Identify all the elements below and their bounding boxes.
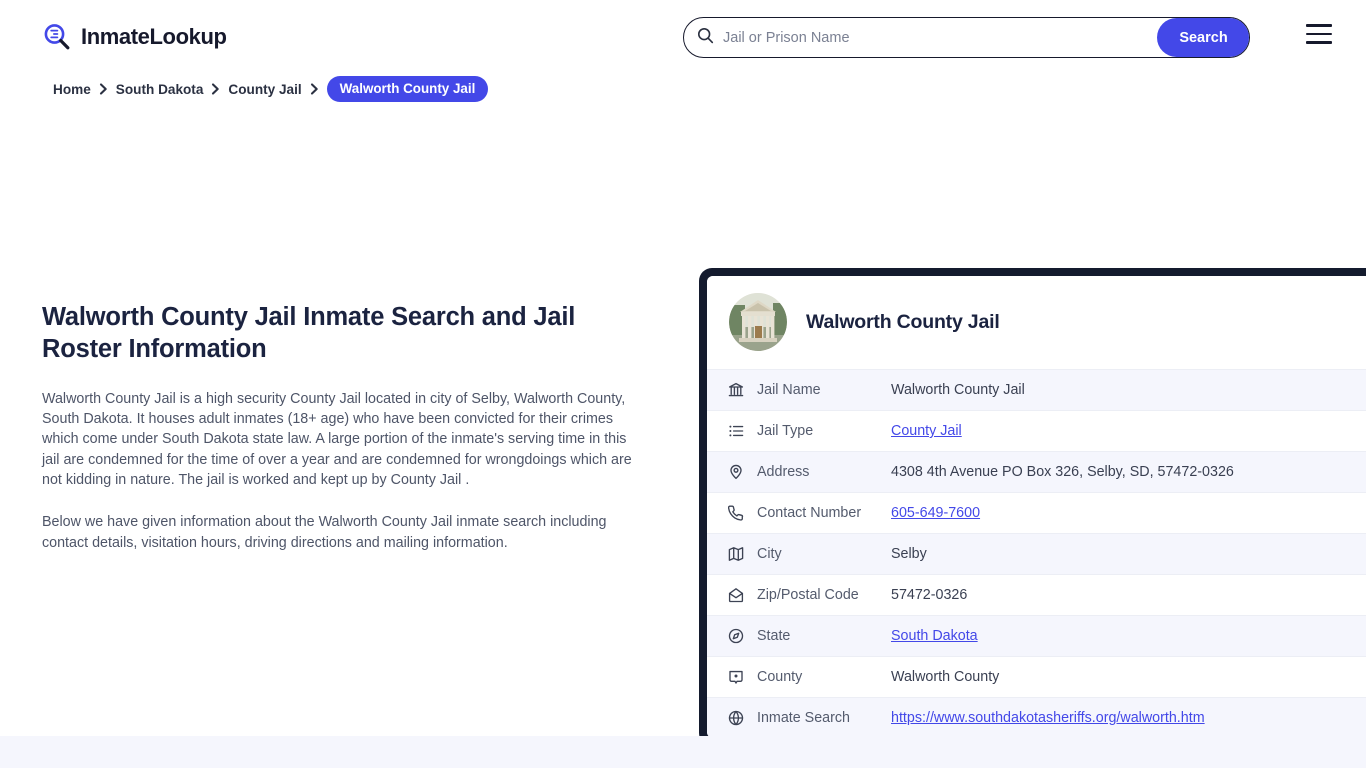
bank-icon: [725, 382, 747, 398]
footer-band: [0, 736, 1366, 768]
main-content: Walworth County Jail Inmate Search and J…: [0, 102, 1366, 764]
info-row-inmate-search: Inmate Searchhttps://www.southdakotasher…: [707, 697, 1366, 738]
menu-bar-3: [1306, 41, 1332, 44]
county-icon: [725, 669, 747, 685]
site-header: InmateLookup Search: [0, 0, 1366, 74]
search-icon: [697, 27, 714, 49]
info-row-address: Address4308 4th Avenue PO Box 326, Selby…: [707, 451, 1366, 492]
info-row-label: Contact Number: [757, 505, 891, 521]
secondary-paragraph: Below we have given information about th…: [42, 512, 642, 553]
info-row-state: StateSouth Dakota: [707, 615, 1366, 656]
info-row-jail-name: Jail NameWalworth County Jail: [707, 369, 1366, 410]
info-row-label: State: [757, 628, 891, 644]
site-logo[interactable]: InmateLookup: [42, 22, 227, 52]
envelope-icon: [725, 587, 747, 603]
jail-info-card-header: Walworth County Jail: [707, 276, 1366, 369]
info-row-label: Jail Name: [757, 382, 891, 398]
chevron-right-icon: [211, 83, 220, 95]
info-row-link[interactable]: South Dakota: [891, 628, 978, 644]
intro-paragraph: Walworth County Jail is a high security …: [42, 389, 642, 490]
info-row-link[interactable]: County Jail: [891, 423, 962, 439]
globe-icon: [725, 710, 747, 726]
breadcrumb-item-walworth-county-jail: Walworth County Jail: [327, 76, 489, 102]
jail-card-title: Walworth County Jail: [806, 311, 1000, 334]
hamburger-menu-icon[interactable]: [1306, 24, 1332, 44]
courthouse-building-photo: [729, 293, 787, 351]
breadcrumb-item-home[interactable]: Home: [53, 82, 91, 97]
breadcrumb: Home South Dakota County Jail Walworth Coun…: [53, 76, 1366, 102]
info-row-value: Selby: [891, 546, 927, 562]
search-input[interactable]: [723, 18, 1157, 57]
jail-info-card-inner: Walworth County Jail Jail NameWalworth C…: [707, 276, 1366, 738]
info-row-label: County: [757, 669, 891, 685]
info-row-link[interactable]: 605-649-7600: [891, 505, 980, 521]
logo-text: InmateLookup: [81, 24, 227, 50]
info-row-value: 57472-0326: [891, 587, 967, 603]
chevron-right-icon: [99, 83, 108, 95]
magnifier-logo-icon: [42, 22, 72, 52]
chevron-right-icon: [310, 83, 319, 95]
compass-icon: [725, 628, 747, 644]
search-button[interactable]: Search: [1157, 18, 1250, 57]
info-row-label: City: [757, 546, 891, 562]
search-bar[interactable]: Search: [683, 17, 1250, 58]
map-icon: [725, 546, 747, 562]
info-row-label: Inmate Search: [757, 710, 891, 726]
info-row-jail-type: Jail TypeCounty Jail: [707, 410, 1366, 451]
info-row-label: Jail Type: [757, 423, 891, 439]
info-row-value: Walworth County Jail: [891, 382, 1025, 398]
info-row-value: Walworth County: [891, 669, 999, 685]
map-pin-icon: [725, 464, 747, 480]
jail-info-table: Jail NameWalworth County JailJail TypeCo…: [707, 369, 1366, 738]
info-row-city: CitySelby: [707, 533, 1366, 574]
menu-bar-2: [1306, 33, 1332, 36]
article-column: Walworth County Jail Inmate Search and J…: [42, 302, 642, 575]
info-row-value: 4308 4th Avenue PO Box 326, Selby, SD, 5…: [891, 464, 1234, 480]
info-row-county: CountyWalworth County: [707, 656, 1366, 697]
info-row-contact-number: Contact Number605-649-7600: [707, 492, 1366, 533]
phone-icon: [725, 505, 747, 521]
page-title: Walworth County Jail Inmate Search and J…: [42, 302, 642, 366]
list-icon: [725, 423, 747, 439]
menu-bar-1: [1306, 24, 1332, 27]
info-row-label: Zip/Postal Code: [757, 587, 891, 603]
info-row-label: Address: [757, 464, 891, 480]
info-row-zip-postal-code: Zip/Postal Code57472-0326: [707, 574, 1366, 615]
jail-info-card: Walworth County Jail Jail NameWalworth C…: [699, 268, 1366, 746]
breadcrumb-item-county-jail[interactable]: County Jail: [228, 82, 301, 97]
info-row-link[interactable]: https://www.southdakotasheriffs.org/walw…: [891, 710, 1205, 726]
breadcrumb-item-south-dakota[interactable]: South Dakota: [116, 82, 204, 97]
